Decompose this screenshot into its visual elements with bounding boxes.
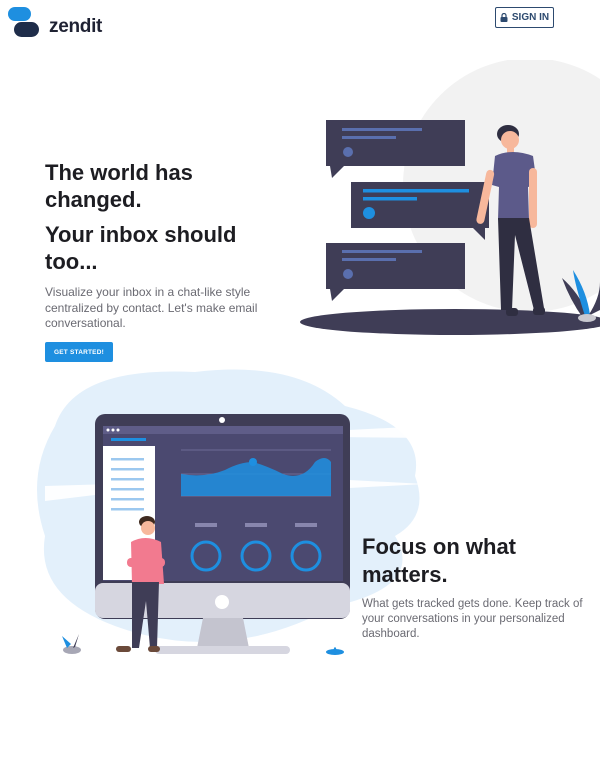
floor-shadow — [300, 309, 600, 335]
chat-bubble-3 — [326, 243, 465, 301]
hero-description: Visualize your inbox in a chat-like styl… — [45, 285, 258, 330]
logo[interactable]: zendit — [8, 7, 108, 39]
small-plant-right — [326, 647, 344, 655]
hero-title-line1: The world has changed. — [45, 160, 193, 212]
sign-in-button[interactable]: SIGN IN — [495, 7, 554, 28]
sign-in-label: SIGN IN — [511, 12, 550, 23]
small-plant-left — [62, 634, 81, 654]
feature-section: Focus on what matters. What gets tracked… — [362, 533, 592, 642]
hero-title-line2: Your inbox should too... — [45, 222, 237, 274]
top-bar: zendit SIGN IN — [0, 0, 600, 40]
get-started-button[interactable]: GET STARTED! — [45, 342, 113, 362]
lock-icon — [500, 13, 508, 22]
chat-bubbles-logo-icon — [8, 7, 39, 37]
hero-section: The world has changed. Your inbox should… — [45, 159, 295, 332]
feature-description: What gets tracked gets done. Keep track … — [362, 598, 583, 640]
logo-text: zendit — [49, 16, 103, 37]
chat-conversation-illustration — [300, 60, 600, 335]
feature-title: Focus on what matters. — [362, 534, 516, 587]
